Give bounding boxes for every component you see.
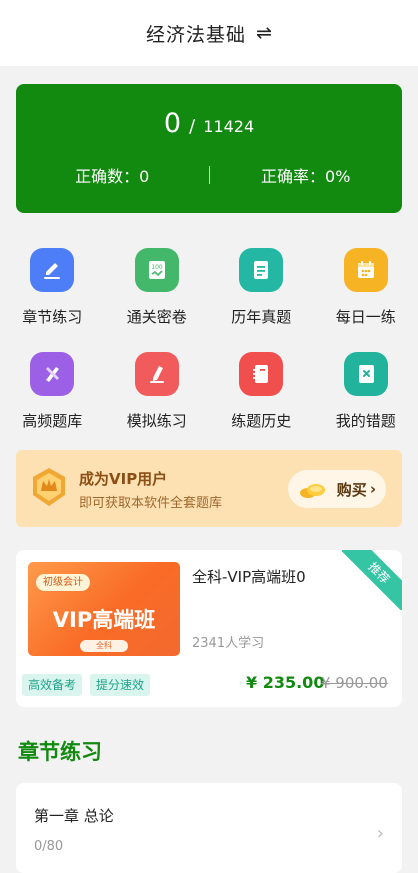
buy-button[interactable]: 购买 › bbox=[288, 470, 386, 508]
chapter-progress: 0/80 bbox=[34, 839, 63, 854]
chapter-title: 第一章 总论 bbox=[34, 805, 114, 826]
grid-item-past-exams[interactable]: 历年真题 bbox=[209, 236, 314, 340]
thumbnail-title: VIP高端班 bbox=[28, 604, 180, 634]
answered-count: 0 bbox=[164, 108, 181, 139]
subject-title[interactable]: 经济法基础 bbox=[146, 20, 246, 47]
section-title: 章节练习 bbox=[18, 736, 102, 766]
gold-coins-icon bbox=[298, 481, 328, 503]
vip-subtitle: 即可获取本软件全套题库 bbox=[79, 492, 222, 511]
grid-label: 通关密卷 bbox=[127, 306, 187, 327]
score-paper-icon: 100 bbox=[135, 248, 179, 292]
current-price: ¥ 235.00 bbox=[246, 673, 324, 692]
pen-edit-icon bbox=[30, 248, 74, 292]
pencil-ruler-icon bbox=[30, 352, 74, 396]
grid-item-high-frequency[interactable]: 高频题库 bbox=[0, 340, 105, 444]
grid-label: 高频题库 bbox=[22, 410, 82, 431]
grid-item-practice-history[interactable]: 练题历史 bbox=[209, 340, 314, 444]
correct-rate: 正确率：0% bbox=[210, 163, 403, 187]
vip-title: 成为VIP用户 bbox=[79, 468, 167, 489]
accuracy-row: 正确数：0 正确率：0% bbox=[16, 164, 402, 186]
switch-subject-icon[interactable]: ⇌ bbox=[256, 22, 272, 44]
course-tags: 高效备考 提分速效 bbox=[22, 674, 158, 696]
grid-label: 我的错题 bbox=[336, 410, 396, 431]
recommend-label: 推荐 bbox=[342, 550, 402, 610]
course-tag: 高效备考 bbox=[22, 674, 82, 696]
notebook-icon bbox=[239, 352, 283, 396]
total-questions: 11424 bbox=[203, 117, 254, 136]
course-card[interactable]: 初级会计 VIP高端班 全科 全科-VIP高端班0 2341人学习 推荐 高效备… bbox=[16, 550, 402, 707]
original-price: ¥ 900.00 bbox=[321, 674, 388, 692]
grid-label: 章节练习 bbox=[22, 306, 82, 327]
document-icon bbox=[239, 248, 283, 292]
progress-stats-card: 0 / 11424 正确数：0 正确率：0% bbox=[16, 84, 402, 213]
wrong-book-icon bbox=[344, 352, 388, 396]
pen-paper-icon bbox=[135, 352, 179, 396]
thumbnail-tag: 初级会计 bbox=[36, 574, 90, 591]
answered-counter: 0 / 11424 bbox=[16, 108, 402, 139]
grid-label: 模拟练习 bbox=[127, 410, 187, 431]
chevron-right-icon: › bbox=[370, 480, 376, 498]
counter-separator: / bbox=[189, 116, 195, 137]
function-grid: 章节练习 100 通关密卷 历年真题 每日一练 高频题库 bbox=[0, 236, 418, 444]
grid-label: 练题历史 bbox=[231, 410, 291, 431]
grid-item-daily-practice[interactable]: 每日一练 bbox=[314, 236, 418, 340]
chapter-item[interactable]: 第一章 总论 0/80 › bbox=[16, 783, 402, 873]
app-header: 经济法基础 ⇌ bbox=[0, 0, 418, 66]
chevron-right-icon: › bbox=[377, 823, 384, 844]
thumbnail-button: 全科 bbox=[80, 640, 128, 652]
grid-item-wrong-questions[interactable]: 我的错题 bbox=[314, 340, 418, 444]
svg-text:100: 100 bbox=[151, 264, 163, 271]
vip-banner[interactable]: 成为VIP用户 即可获取本软件全套题库 购买 › bbox=[16, 450, 402, 527]
grid-item-mock-practice[interactable]: 模拟练习 bbox=[105, 340, 210, 444]
buy-label: 购买 bbox=[337, 479, 367, 500]
correct-count: 正确数：0 bbox=[16, 163, 209, 187]
grid-item-chapter-practice[interactable]: 章节练习 bbox=[0, 236, 105, 340]
grid-item-pass-paper[interactable]: 100 通关密卷 bbox=[105, 236, 210, 340]
course-learners: 2341人学习 bbox=[192, 632, 264, 651]
recommend-corner-badge: 推荐 bbox=[342, 550, 402, 610]
course-thumbnail: 初级会计 VIP高端班 全科 bbox=[28, 562, 180, 656]
course-name: 全科-VIP高端班0 bbox=[192, 566, 306, 587]
vip-crown-badge-icon bbox=[30, 466, 68, 512]
grid-label: 历年真题 bbox=[231, 306, 291, 327]
grid-label: 每日一练 bbox=[336, 306, 396, 327]
course-tag: 提分速效 bbox=[90, 674, 150, 696]
calendar-icon bbox=[344, 248, 388, 292]
